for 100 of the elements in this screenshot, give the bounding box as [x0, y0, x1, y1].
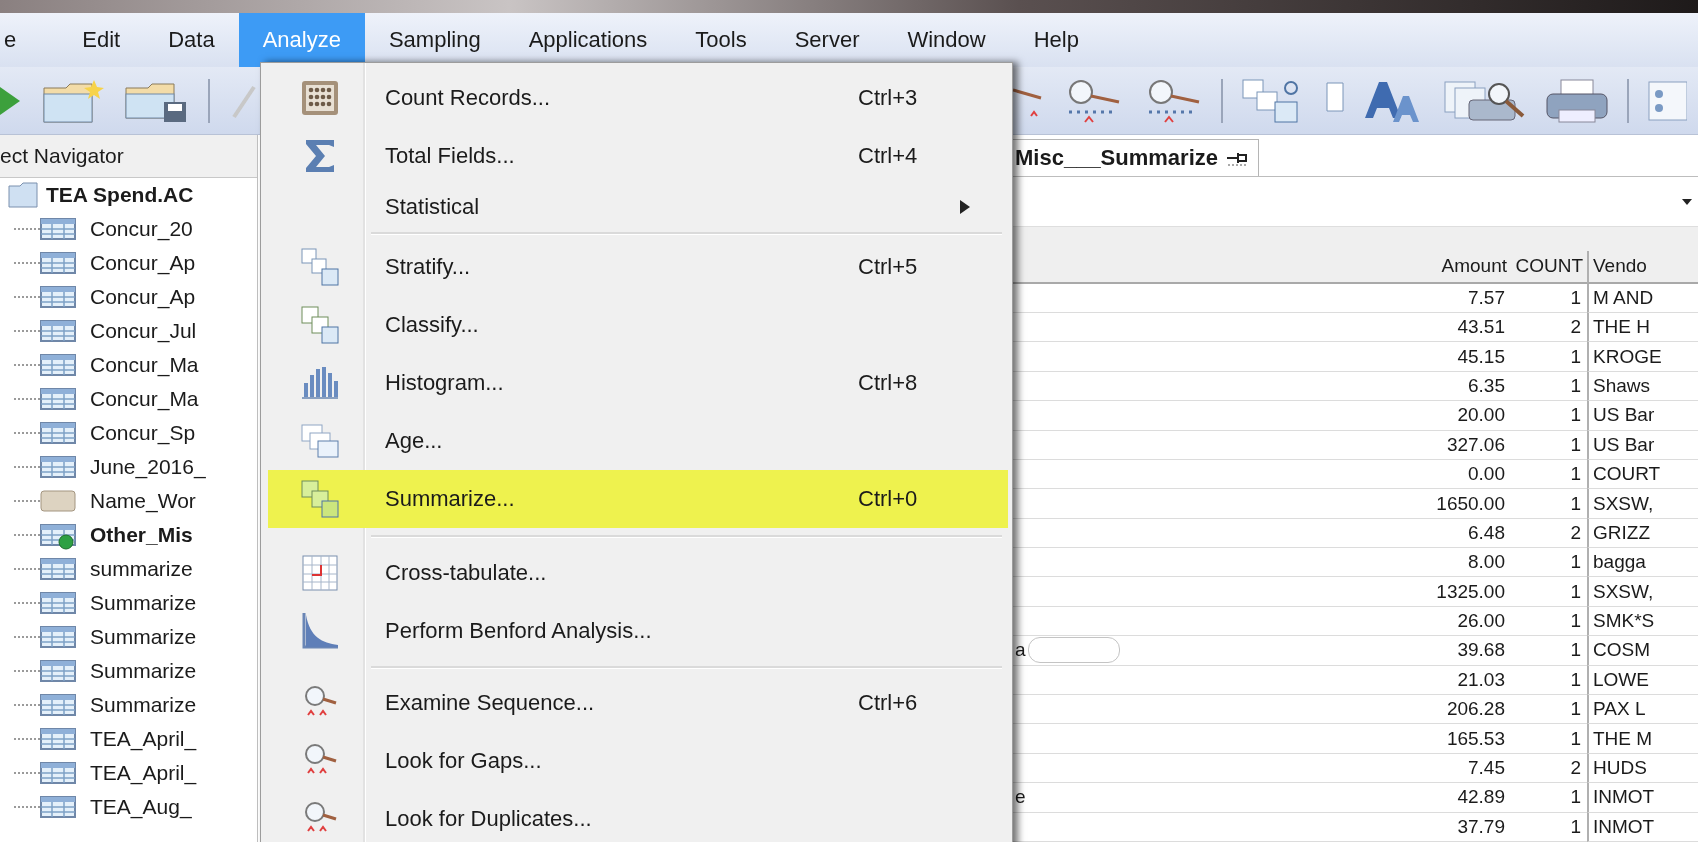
table-cell: 2 [1511, 312, 1587, 343]
table-cell: HUDS [1587, 753, 1698, 784]
menu-item[interactable]: Look for Duplicates... [268, 790, 1008, 842]
table-icon [40, 660, 76, 682]
table-cell: 1 [1511, 783, 1587, 813]
menu-bar-item[interactable]: Edit [58, 13, 145, 67]
tree-item[interactable]: TEA Spend.AC [46, 183, 194, 207]
table-cell: PAX L [1587, 695, 1698, 725]
table-cell: 1 [1511, 548, 1587, 578]
table-cell: COURT [1587, 459, 1698, 490]
tree-item[interactable]: Summarize [90, 659, 197, 683]
calendar-pages-icon [299, 421, 340, 461]
table-icon [40, 218, 76, 240]
tree-item[interactable]: Concur_Sp [90, 421, 196, 445]
menu-bar-item[interactable]: Sampling [364, 13, 505, 67]
menu-item[interactable]: Total Fields... Ctrl+4 [268, 127, 1008, 185]
menu-bar-item[interactable]: Window [883, 13, 1010, 67]
table-cell: 6.48 [1383, 518, 1511, 549]
table-icon [40, 456, 76, 478]
tree-item[interactable]: Concur_20 [90, 217, 193, 241]
table-icon [40, 558, 76, 580]
menu-bar-item[interactable]: Data [144, 13, 239, 67]
table-cell: 2 [1511, 753, 1587, 784]
menu-item[interactable]: Histogram... Ctrl+8 [268, 354, 1008, 412]
tree-item[interactable]: June_2016_ [90, 455, 206, 479]
table-cell: 1 [1511, 430, 1587, 460]
menu-item[interactable]: Look for Gaps... [268, 732, 1008, 790]
table-cell: SXSW, [1587, 489, 1698, 519]
menu-bar-item[interactable]: Server [770, 13, 884, 67]
menu-item[interactable]: Stratify... Ctrl+5 [268, 238, 1008, 296]
menu-item[interactable]: Age... [268, 412, 1008, 470]
table-cell: 206.28 [1383, 695, 1511, 725]
table-cell: 39.68 [1383, 636, 1511, 666]
tree-item[interactable]: TEA_April_ [90, 761, 197, 785]
menu-item[interactable]: Statistical [268, 185, 1008, 229]
menu-item[interactable]: Cross-tabulate... [268, 544, 1008, 602]
table-cell: 6.35 [1383, 371, 1511, 402]
table-cell: 1 [1511, 459, 1587, 490]
table-cell: 327.06 [1383, 430, 1511, 460]
tree-item[interactable]: Summarize [90, 693, 197, 717]
tree-item[interactable]: Concur_Ma [90, 387, 199, 411]
table-cell: KROGE [1587, 342, 1698, 372]
tree-item[interactable]: Summarize [90, 625, 197, 649]
table-cell: 37.79 [1383, 812, 1511, 842]
column-header: Amount [1383, 250, 1511, 284]
table-icon [40, 626, 76, 648]
table-cell: GRIZZ [1587, 518, 1698, 549]
table-cell: 1650.00 [1383, 489, 1511, 519]
table-cell: 42.89 [1383, 783, 1511, 813]
table-cell: 7.57 [1383, 283, 1511, 313]
letter-blocks-icon [299, 479, 340, 519]
table-cell: 1 [1511, 489, 1587, 519]
menu-item[interactable]: Perform Benford Analysis... [268, 602, 1008, 660]
table-cell: 8.00 [1383, 548, 1511, 578]
table-cell: SMK*S [1587, 606, 1698, 637]
menu-item[interactable]: Summarize... Ctrl+0 [268, 470, 1008, 528]
table-cell: 1 [1511, 606, 1587, 637]
menu-item[interactable]: Classify... [268, 296, 1008, 354]
tree-item[interactable]: Other_Mis [90, 523, 193, 547]
table-cell: 1 [1511, 283, 1587, 313]
tree-item[interactable]: Name_Wor [90, 489, 196, 513]
table-icon [40, 796, 76, 818]
tree-item[interactable]: Summarize [90, 591, 197, 615]
table-cell: 7.45 [1383, 753, 1511, 784]
tree-item[interactable]: TEA_Aug_ [90, 795, 192, 819]
stacked-boxes-icon [299, 247, 340, 287]
tree-item[interactable]: Concur_Ap [90, 285, 196, 309]
tree-item[interactable]: summarize [90, 557, 193, 581]
table-cell: Shaws [1587, 371, 1698, 402]
table-cell: THE H [1587, 312, 1698, 343]
table-icon [40, 286, 76, 308]
table-cell: 1 [1511, 636, 1587, 666]
table-icon [40, 762, 76, 784]
table-cell: 26.00 [1383, 606, 1511, 637]
document-tab[interactable]: Misc___Summarize [1013, 138, 1259, 176]
table-icon [40, 320, 76, 342]
menu-bar-item[interactable]: Applications [504, 13, 672, 67]
menu-bar-item[interactable]: Tools [671, 13, 771, 67]
table-cell: M AND [1587, 283, 1698, 313]
table-cell: 1 [1511, 665, 1587, 696]
table-cell: 1 [1511, 724, 1587, 754]
table-cell: INMOT [1587, 783, 1698, 813]
menu-bar-item[interactable]: e [0, 13, 59, 67]
table-icon [40, 592, 76, 614]
menu-bar-item[interactable]: Help [1009, 13, 1103, 67]
table-cell: 1 [1511, 695, 1587, 725]
printer-icon[interactable] [1545, 77, 1609, 124]
column-header: COUNT [1511, 250, 1587, 284]
tree-item[interactable]: TEA_April_ [90, 727, 197, 751]
column-header: Vendo [1587, 250, 1698, 284]
tree-item[interactable]: Concur_Ap [90, 251, 196, 275]
table-cell: SXSW, [1587, 577, 1698, 607]
tree-item[interactable]: Concur_Ma [90, 353, 199, 377]
table-cell: COSM [1587, 636, 1698, 666]
menu-item[interactable]: Examine Sequence... Ctrl+6 [268, 674, 1008, 732]
dropdown-caret-icon[interactable] [1682, 197, 1692, 206]
table-cell: 1 [1511, 577, 1587, 607]
tree-item[interactable]: Concur_Jul [90, 319, 197, 343]
table-cell: bagga [1587, 548, 1698, 578]
table-cell: 1325.00 [1383, 577, 1511, 607]
